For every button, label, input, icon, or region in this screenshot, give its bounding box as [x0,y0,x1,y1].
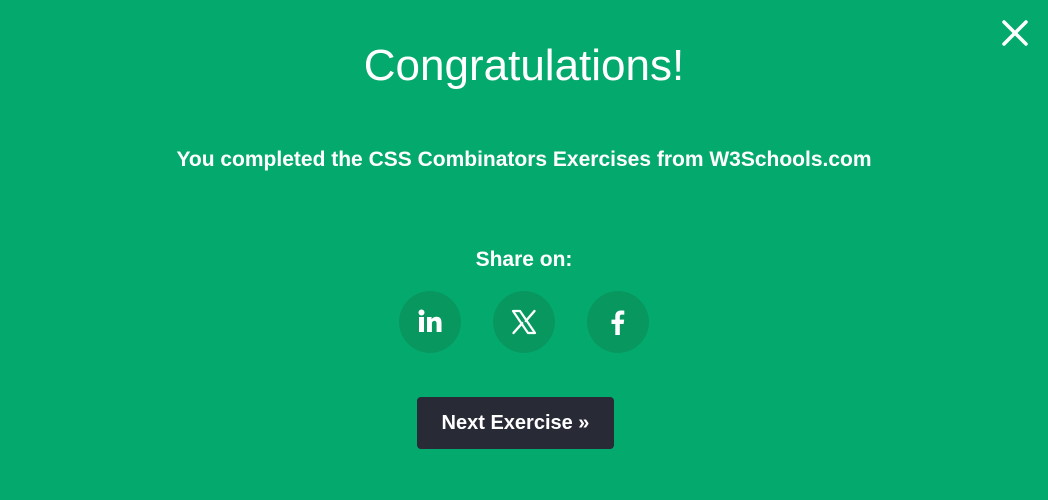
linkedin-icon [418,309,442,332]
completion-message: You completed the CSS Combinators Exerci… [176,148,872,171]
share-x-button[interactable] [493,291,555,353]
share-buttons [0,291,1048,353]
facebook-icon [611,310,625,335]
share-facebook-button[interactable] [587,291,649,353]
x-icon [511,309,537,335]
modal-title: Congratulations! [363,41,685,90]
share-linkedin-button[interactable] [399,291,461,353]
share-label: Share on: [475,248,573,271]
congratulations-modal: Congratulations! You completed the CSS C… [0,0,1048,500]
next-exercise-button[interactable]: Next Exercise » [417,397,614,449]
